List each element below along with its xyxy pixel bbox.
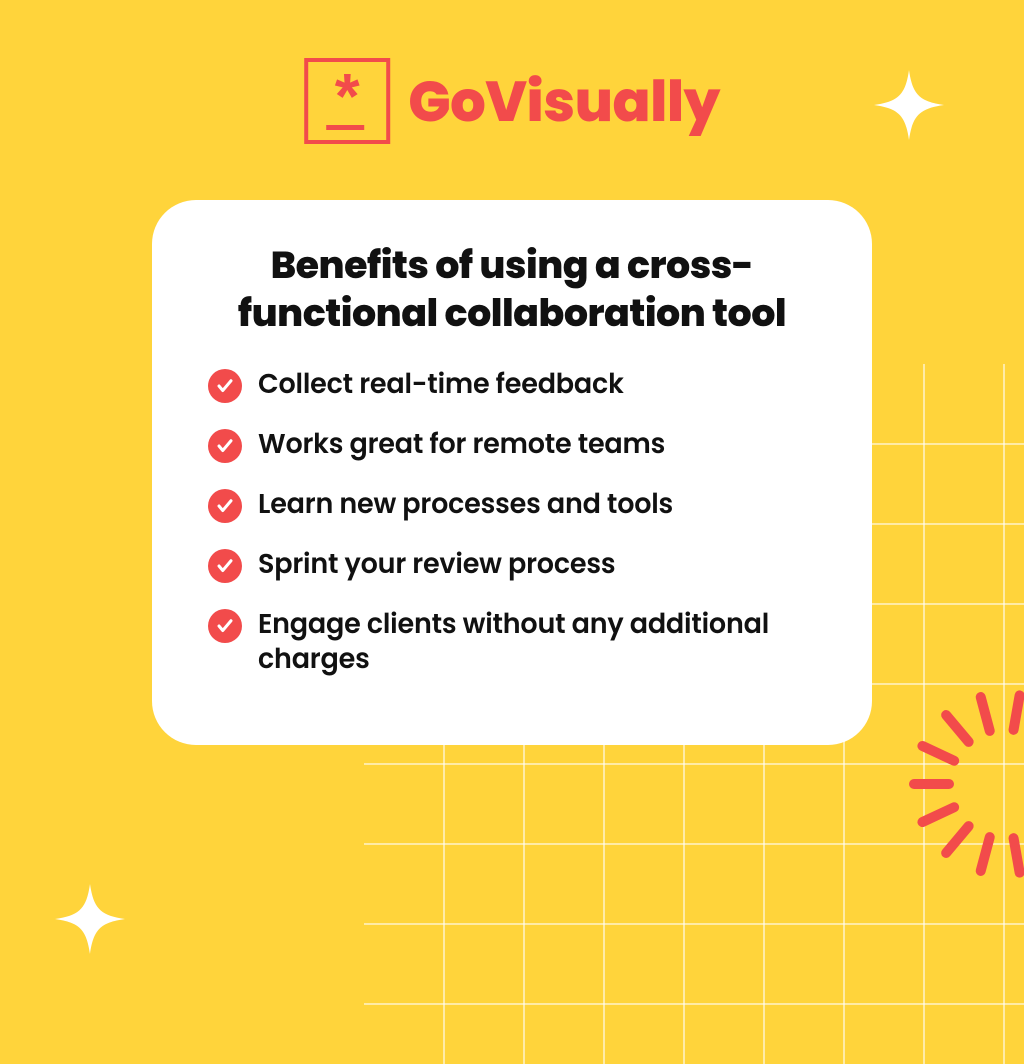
benefit-text: Sprint your review process (258, 547, 615, 582)
benefit-text: Collect real-time feedback (258, 367, 624, 402)
benefits-list: Collect real-time feedback Works great f… (208, 367, 816, 677)
sparkle-icon (874, 70, 944, 140)
checkmark-icon (208, 489, 242, 523)
list-item: Works great for remote teams (208, 427, 816, 463)
logo-mark: * (304, 58, 390, 144)
asterisk-icon: * (335, 64, 360, 128)
list-item: Learn new processes and tools (208, 487, 816, 523)
benefit-text: Learn new processes and tools (258, 487, 673, 522)
checkmark-icon (208, 369, 242, 403)
checkmark-icon (208, 609, 242, 643)
brand-logo: * GoVisually (304, 58, 720, 144)
logo-underline (326, 125, 364, 130)
radial-burst-icon (864, 684, 1024, 884)
benefit-text: Engage clients without any additional ch… (258, 607, 816, 677)
checkmark-icon (208, 549, 242, 583)
list-item: Sprint your review process (208, 547, 816, 583)
benefit-text: Works great for remote teams (258, 427, 665, 462)
brand-name: GoVisually (408, 59, 720, 144)
list-item: Engage clients without any additional ch… (208, 607, 816, 677)
card-title: Benefits of using a cross-functional col… (208, 242, 816, 337)
list-item: Collect real-time feedback (208, 367, 816, 403)
benefits-card: Benefits of using a cross-functional col… (152, 200, 872, 745)
sparkle-icon (55, 884, 125, 954)
checkmark-icon (208, 429, 242, 463)
